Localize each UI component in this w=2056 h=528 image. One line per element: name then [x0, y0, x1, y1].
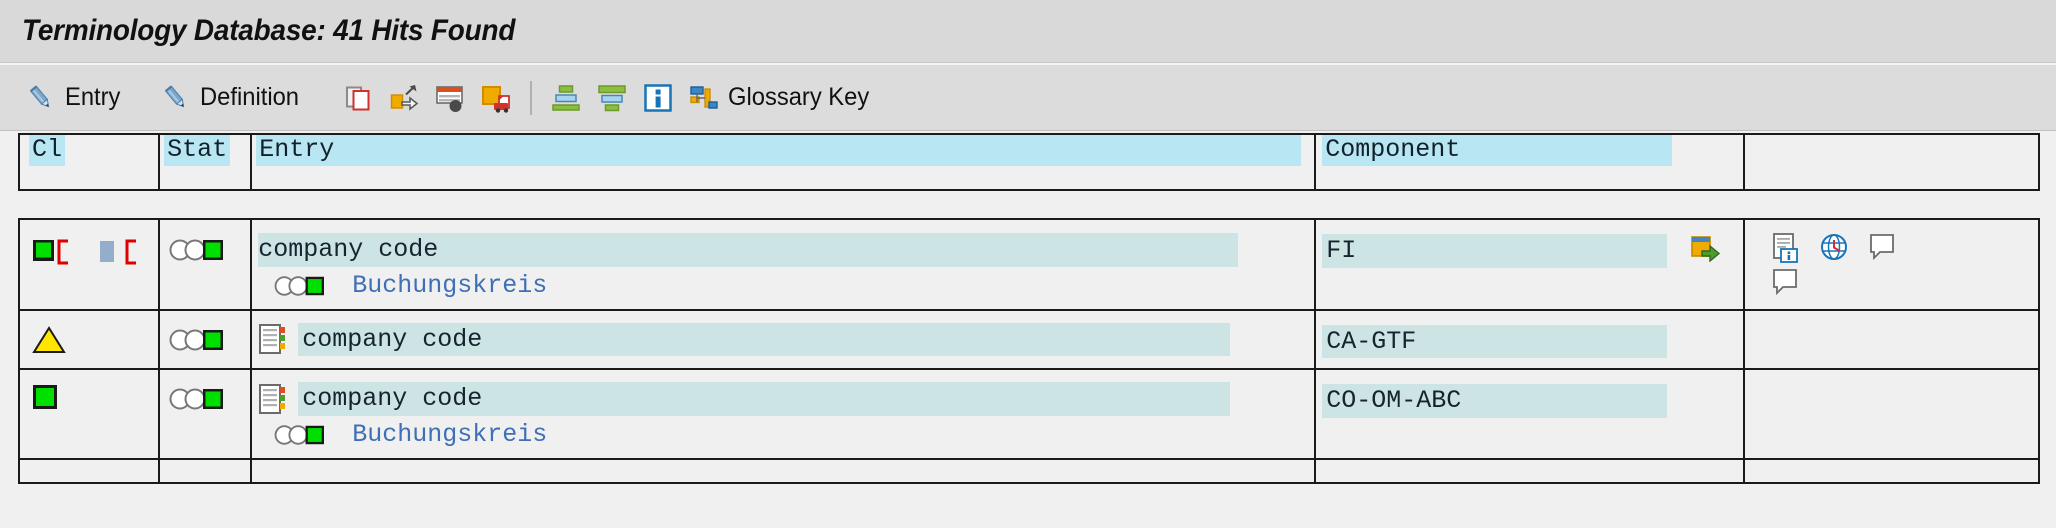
row-cl-cell[interactable]	[17, 368, 161, 460]
sort-descending-icon	[597, 83, 627, 113]
table-row[interactable]: company code	[17, 218, 2041, 311]
page-title: Terminology Database: 41 Hits Found	[22, 14, 516, 47]
row-entry-cell[interactable]: company code	[250, 308, 1317, 370]
print-preview-icon	[481, 83, 511, 113]
entry-sub-line[interactable]: Buchungskreis	[272, 420, 1314, 450]
entry-translation-link[interactable]: Buchungskreis	[352, 271, 547, 301]
toolbar-spacer-2	[313, 97, 335, 98]
column-header-stat-label: Stat	[164, 135, 231, 166]
status-three-circles-green-icon	[169, 327, 225, 353]
column-header-entry-label: Entry	[256, 135, 1302, 166]
toolbar-button-definition[interactable]: Definition	[153, 75, 312, 121]
row-component-cell[interactable]: CO-OM-ABC	[1314, 368, 1745, 460]
entry-main-line[interactable]: company code	[258, 322, 1314, 356]
column-header-entry[interactable]: Entry	[250, 133, 1317, 191]
table-header-row: Cl Stat Entry Component	[17, 133, 2041, 191]
toolbar-button-entry[interactable]: Entry	[18, 75, 131, 121]
row-cl-cell[interactable]	[17, 457, 161, 484]
status-three-circles-green-icon	[169, 386, 225, 412]
table-row[interactable]: company code CA-GTF	[17, 308, 2041, 370]
toolbar-button-sort-ascending[interactable]	[543, 75, 589, 121]
document-info-icon[interactable]	[1771, 232, 1801, 264]
toolbar-button-copy[interactable]	[335, 75, 381, 121]
column-header-actions-label	[1745, 146, 1751, 148]
component-value: CO-OM-ABC	[1322, 384, 1668, 418]
sort-ascending-icon	[551, 83, 581, 113]
toolbar-button-information[interactable]	[635, 75, 681, 121]
toolbar-button-export[interactable]	[381, 75, 427, 121]
green-square-icon	[32, 384, 58, 410]
green-square-bracket-icon	[32, 236, 70, 268]
column-header-cl[interactable]: Cl	[17, 133, 161, 191]
toolbar-button-list-detail[interactable]	[427, 75, 473, 121]
blue-bar-bracket-icon	[94, 236, 138, 268]
document-list-icon	[258, 383, 288, 415]
information-icon	[643, 83, 673, 113]
row-entry-cell[interactable]: company code	[250, 218, 1317, 311]
column-header-actions[interactable]	[1742, 133, 2041, 191]
toolbar-button-entry-label: Entry	[65, 83, 121, 111]
status-three-circles-green-icon	[272, 423, 328, 447]
globe-clock-icon[interactable]	[1819, 232, 1849, 264]
row-actions-cell[interactable]	[1742, 308, 2041, 370]
column-header-component[interactable]: Component	[1314, 133, 1745, 191]
row-stat-cell[interactable]	[158, 368, 253, 460]
row-stat-cell[interactable]	[158, 218, 253, 311]
table-row[interactable]: company code	[17, 368, 2041, 460]
component-value: FI	[1322, 234, 1668, 268]
table-row-partial[interactable]	[17, 457, 2041, 484]
list-detail-icon	[435, 83, 465, 113]
row-stat-cell[interactable]	[158, 308, 253, 370]
column-header-cl-label: Cl	[29, 135, 66, 166]
pencil-icon	[161, 83, 191, 113]
status-three-circles-green-icon	[169, 237, 225, 263]
main-toolbar: Entry Definition Glossary Key	[0, 63, 2056, 131]
row-entry-cell[interactable]: company code	[250, 368, 1317, 460]
pencil-icon	[26, 83, 56, 113]
status-three-circles-green-icon	[272, 274, 328, 298]
toolbar-spacer-1	[131, 97, 153, 98]
entry-term: company code	[298, 322, 1231, 356]
entry-term: company code	[258, 233, 1239, 267]
toolbar-separator	[529, 80, 532, 115]
row-stat-cell[interactable]	[158, 457, 253, 484]
entry-term: company code	[298, 382, 1231, 416]
row-actions-cell[interactable]	[1742, 368, 2041, 460]
document-list-icon	[258, 323, 288, 355]
hierarchy-icon	[689, 83, 719, 113]
export-arrow-icon	[389, 83, 419, 113]
toolbar-button-glossary-key-label: Glossary Key	[727, 83, 869, 111]
results-table-body: company code Buchungskreis FI company co…	[17, 218, 2041, 484]
row-actions-cell[interactable]	[1742, 218, 2041, 311]
warning-triangle-icon	[32, 325, 66, 355]
entry-main-line[interactable]: company code	[258, 233, 1314, 267]
results-table-area: Cl Stat Entry Component company code Buc…	[17, 133, 2041, 484]
toolbar-button-definition-label: Definition	[200, 83, 300, 111]
row-cl-cell[interactable]	[17, 218, 161, 311]
column-header-component-label: Component	[1322, 135, 1673, 166]
entry-main-line[interactable]: company code	[258, 382, 1314, 416]
copy-document-icon	[343, 83, 373, 113]
entry-translation-link[interactable]: Buchungskreis	[352, 420, 547, 450]
row-component-cell[interactable]: CA-GTF	[1314, 308, 1745, 370]
row-cl-cell[interactable]	[17, 308, 161, 370]
row-component-cell[interactable]: FI	[1314, 218, 1745, 311]
terminology-database-window: Terminology Database: 41 Hits Found Entr…	[0, 0, 2056, 528]
entry-sub-line[interactable]: Buchungskreis	[272, 271, 1314, 301]
jump-to-icon[interactable]	[1690, 234, 1721, 263]
component-value: CA-GTF	[1322, 324, 1668, 358]
toolbar-button-sort-descending[interactable]	[589, 75, 635, 121]
note-corner-icon[interactable]	[1771, 268, 1801, 300]
window-title-bar: Terminology Database: 41 Hits Found	[0, 0, 2056, 63]
table-section-gap	[18, 191, 2040, 218]
toolbar-button-glossary-key[interactable]: Glossary Key	[681, 75, 885, 121]
row-entry-cell[interactable]	[250, 457, 1317, 484]
toolbar-button-print-preview[interactable]	[473, 75, 519, 121]
row-actions-cell[interactable]	[1742, 457, 2041, 484]
column-header-stat[interactable]: Stat	[158, 133, 253, 191]
row-component-cell[interactable]	[1314, 457, 1745, 484]
note-icon[interactable]	[1867, 232, 1897, 264]
results-table-header: Cl Stat Entry Component	[17, 133, 2041, 191]
